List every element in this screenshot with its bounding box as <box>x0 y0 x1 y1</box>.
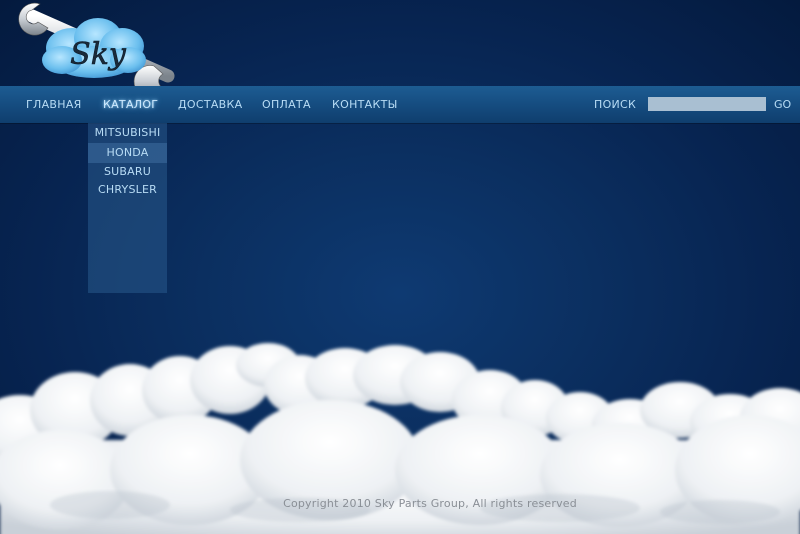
nav-item-delivery[interactable]: ДОСТАВКА <box>178 86 242 123</box>
logo-text: Sky <box>70 37 127 72</box>
page: Sky ГЛАВНАЯ КАТАЛОГ ДОСТАВКА ОПЛАТА КОНТ… <box>0 0 800 534</box>
search-go-button[interactable]: GO <box>774 86 791 123</box>
dropdown-item-honda[interactable]: HONDA <box>88 143 167 163</box>
main-navbar: ГЛАВНАЯ КАТАЛОГ ДОСТАВКА ОПЛАТА КОНТАКТЫ… <box>0 86 800 123</box>
nav-item-payment[interactable]: ОПЛАТА <box>262 86 311 123</box>
dropdown-item-subaru[interactable]: SUBARU <box>88 163 167 181</box>
dropdown-item-mitsubishi[interactable]: MITSUBISHI <box>88 123 167 143</box>
nav-item-home[interactable]: ГЛАВНАЯ <box>26 86 82 123</box>
search-label: ПОИСК <box>594 98 637 111</box>
dropdown-item-chrysler[interactable]: CHRYSLER <box>88 181 167 199</box>
catalog-dropdown: MITSUBISHI HONDA SUBARU CHRYSLER <box>88 123 167 293</box>
copyright-text: Copyright 2010 Sky Parts Group, All righ… <box>283 497 577 510</box>
search-input[interactable] <box>648 97 766 111</box>
nav-item-contacts[interactable]: КОНТАКТЫ <box>332 86 398 123</box>
nav-item-catalog[interactable]: КАТАЛОГ <box>103 86 158 123</box>
